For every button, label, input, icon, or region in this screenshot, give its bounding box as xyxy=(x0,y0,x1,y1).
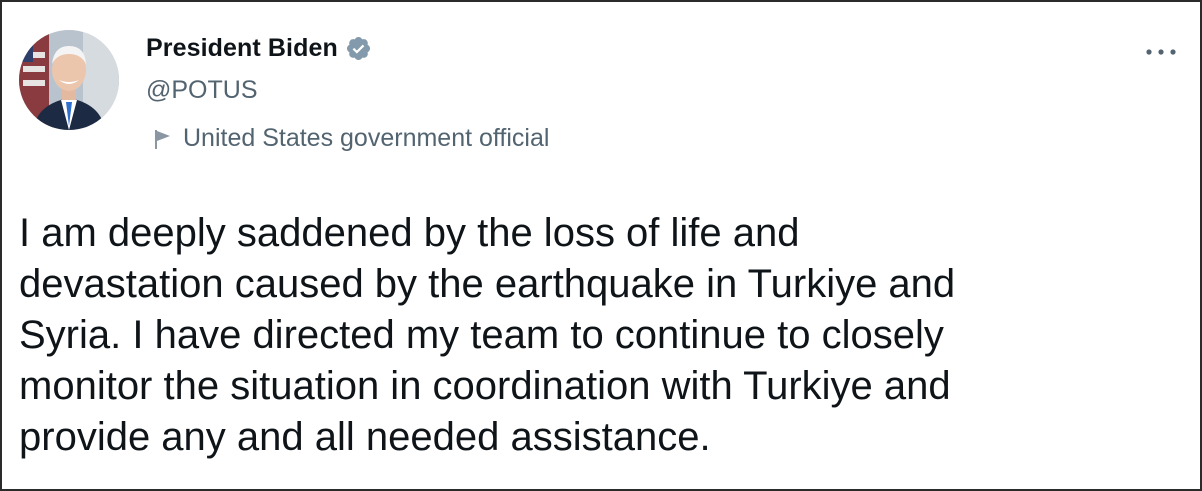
display-name[interactable]: President Biden xyxy=(146,34,338,63)
more-options-button[interactable] xyxy=(1138,38,1184,66)
portrait-avatar xyxy=(19,30,119,130)
more-horizontal-icon xyxy=(1146,49,1176,55)
flag-icon xyxy=(155,129,170,149)
tweet-text-line: provide any and all needed assistance. xyxy=(19,415,711,459)
tweet-text-line: I am deeply saddened by the loss of life… xyxy=(19,211,800,255)
tweet-text-line: Syria. I have directed my team to contin… xyxy=(19,313,944,357)
tweet-text-line: monitor the situation in coordination wi… xyxy=(19,364,951,408)
verified-badge-icon[interactable] xyxy=(345,35,372,62)
author-handle[interactable]: @POTUS xyxy=(146,76,258,105)
tweet-text-line: devastation caused by the earthquake in … xyxy=(19,262,956,306)
tweet-card: President Biden @POTUS United States gov… xyxy=(0,0,1202,491)
affiliation-text: United States government official xyxy=(183,124,550,152)
affiliation-label: United States government official xyxy=(152,124,549,153)
tweet-text: I am deeply saddened by the loss of life… xyxy=(19,208,1189,463)
author-name-row: President Biden xyxy=(146,34,372,63)
avatar[interactable] xyxy=(19,30,119,130)
